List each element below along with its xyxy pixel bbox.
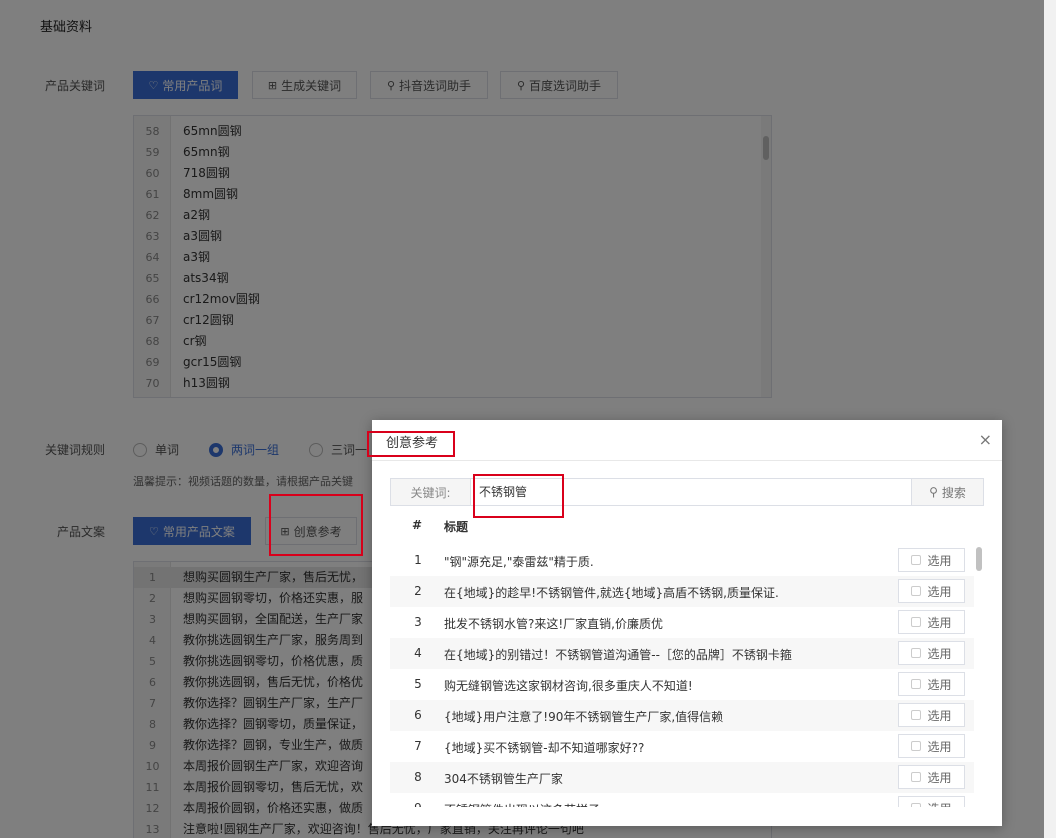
checkbox-icon [911,617,922,627]
column-title: 标题 [444,520,469,534]
search-label: 关键词: [391,479,471,505]
row-number: 4 [414,646,422,660]
select-button[interactable]: 选用 [898,548,965,572]
row-number: 1 [414,553,422,567]
table-row: 8 304不锈钢管生产厂家 选用 [390,762,974,793]
select-button[interactable]: 选用 [898,796,965,807]
row-number: 7 [414,739,422,753]
select-label: 选用 [927,708,952,723]
highlight-box-creative-button [269,494,363,556]
row-title: 在{地域}的别错过！不锈钢管道沟通管--［您的品牌］不锈钢卡箍 [444,648,792,662]
close-icon[interactable]: × [979,430,992,449]
search-button[interactable]: ⚲ 搜索 [911,479,983,505]
select-button[interactable]: 选用 [898,765,965,789]
column-number: # [412,518,423,532]
row-title: 不锈钢管件出现以这多花样子 [444,801,884,807]
select-label: 选用 [927,646,952,661]
highlight-box-keyword [473,474,564,518]
select-label: 选用 [927,584,952,599]
table-row: 4 在{地域}的别错过！不锈钢管道沟通管--［您的品牌］不锈钢卡箍 选用 [390,638,974,669]
row-title: 304不锈钢管生产厂家 [444,772,563,786]
select-label: 选用 [927,739,952,754]
checkbox-icon [911,586,922,596]
row-number: 8 [414,770,422,784]
row-title: {地域}用户注意了!90年不锈钢管生产厂家,值得信赖 [444,710,724,724]
row-title: "钢"源充足,"泰雷兹"精于质. [444,555,594,569]
select-button[interactable]: 选用 [898,703,965,727]
select-label: 选用 [927,800,951,808]
row-number: 5 [414,677,422,691]
scroll-thumb[interactable] [976,547,982,571]
dialog-header: 创意参考 × [372,420,1002,461]
table-row: 9 不锈钢管件出现以这多花样子 选用 [390,793,974,807]
highlight-box-dialog-title [367,431,455,457]
select-label: 选用 [927,677,952,692]
table-row: 6 {地域}用户注意了!90年不锈钢管生产厂家,值得信赖 选用 [390,700,974,731]
select-button[interactable]: 选用 [898,610,965,634]
search-icon: ⚲ [929,485,938,499]
row-title: 购无缝钢管选这家钢材咨询,很多重庆人不知道! [444,679,693,693]
table-row: 5 购无缝钢管选这家钢材咨询,很多重庆人不知道! 选用 [390,669,974,700]
checkbox-icon [911,710,922,720]
table-row: 2 在{地域}的趁早!不锈钢管件,就选{地域}高盾不锈钢,质量保证. 选用 [390,576,974,607]
title-table: 1 "钢"源充足,"泰雷兹"精于质. 选用 2 在{地域}的趁早!不锈钢管件,就选{地域… [390,545,984,807]
creative-reference-dialog: 创意参考 × 关键词: ⚲ 搜索 # 标题 1 "钢"源充足,"泰雷兹"精于质. 选… [372,420,1002,826]
row-number: 6 [414,708,422,722]
checkbox-icon [911,679,922,689]
checkbox-icon [911,741,922,751]
table-scrollbar[interactable] [974,545,982,807]
row-title: 在{地域}的趁早!不锈钢管件,就选{地域}高盾不锈钢,质量保证. [444,586,779,600]
select-button[interactable]: 选用 [898,672,965,696]
select-label: 选用 [927,615,952,630]
checkbox-icon [911,648,922,658]
row-title: 批发不锈钢水管?来这!厂家直销,价廉质优 [444,617,663,631]
table-row: 7 {地域}买不锈钢管-却不知道哪家好?? 选用 [390,731,974,762]
select-button[interactable]: 选用 [898,734,965,758]
row-number: 9 [408,801,428,807]
select-label: 选用 [927,553,952,568]
checkbox-icon [911,772,922,782]
select-button[interactable]: 选用 [898,579,965,603]
table-row: 1 "钢"源充足,"泰雷兹"精于质. 选用 [390,545,974,576]
checkbox-icon [911,555,922,565]
select-button[interactable]: 选用 [898,641,965,665]
row-title: {地域}买不锈钢管-却不知道哪家好?? [444,741,645,755]
select-label: 选用 [927,770,952,785]
checkbox-icon [911,803,922,807]
row-number: 3 [414,615,422,629]
table-row: 3 批发不锈钢水管?来这!厂家直销,价廉质优 选用 [390,607,974,638]
page-scrollbar[interactable] [1044,0,1056,838]
row-number: 2 [414,584,422,598]
